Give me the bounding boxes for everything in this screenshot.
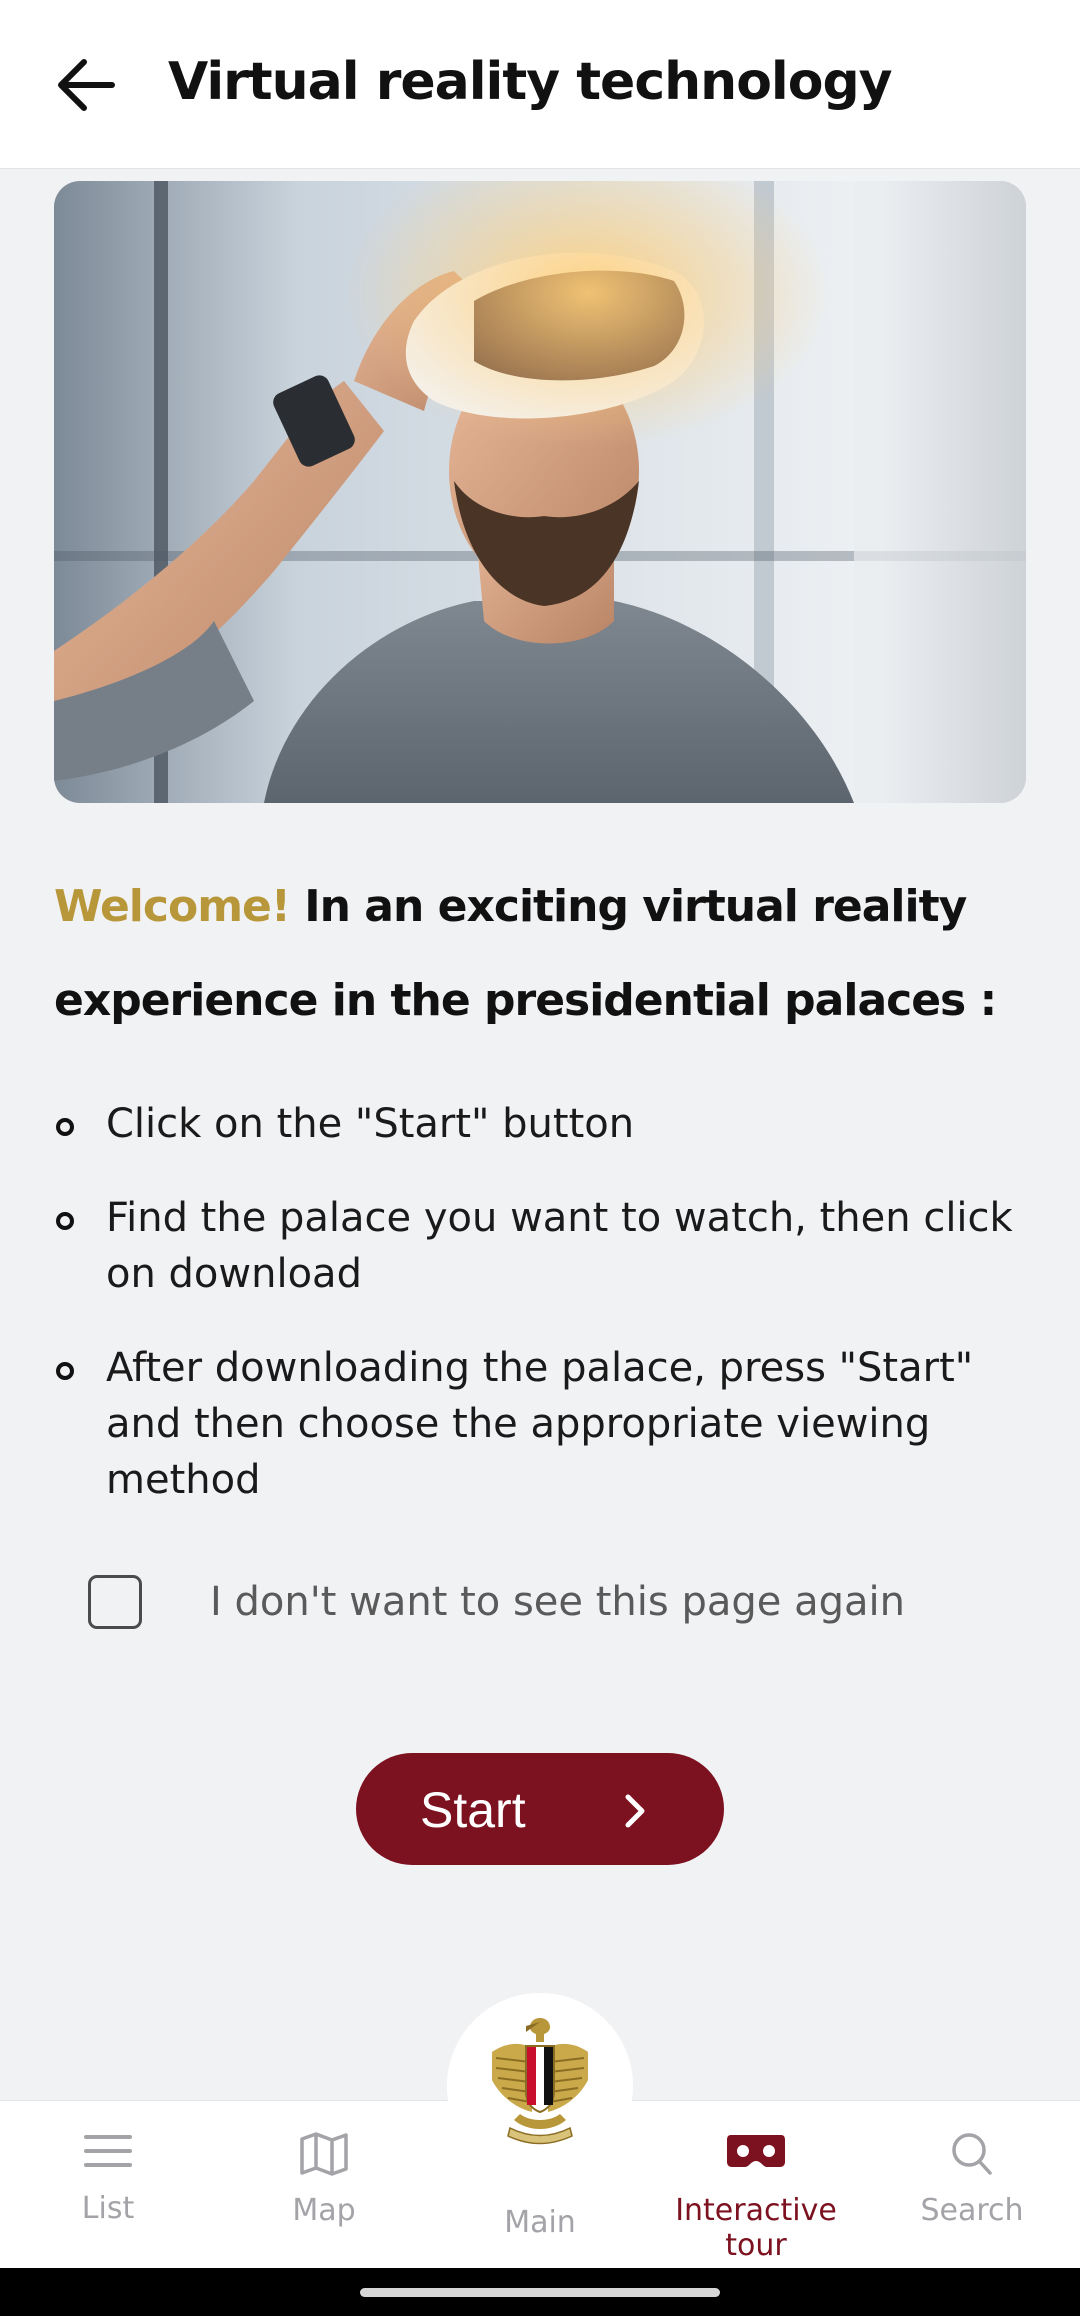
nav-label-search: Search [920, 2193, 1024, 2228]
list-item: Click on the "Start" button [54, 1096, 1044, 1152]
nav-label-map: Map [292, 2193, 356, 2228]
start-button-label: Start [420, 1782, 526, 1838]
arrow-left-icon [58, 59, 115, 111]
hero-image [54, 181, 1026, 803]
list-item: After downloading the palace, press "Sta… [54, 1340, 1044, 1508]
bullet-icon [56, 1362, 74, 1380]
nav-item-interactive-tour[interactable]: Interactive tour [648, 2101, 864, 2269]
step-text: After downloading the palace, press "Sta… [106, 1345, 974, 1503]
list-icon [84, 2135, 132, 2167]
dont-show-again-checkbox[interactable] [88, 1575, 142, 1629]
vr-headset-icon [727, 2135, 785, 2167]
search-icon [952, 2133, 992, 2175]
home-indicator[interactable] [360, 2288, 720, 2297]
list-item: Find the palace you want to watch, then … [54, 1190, 1044, 1302]
nav-item-search[interactable]: Search [864, 2101, 1080, 2269]
step-text: Find the palace you want to watch, then … [106, 1195, 1013, 1297]
nav-label-list: List [81, 2191, 135, 2226]
nav-item-map[interactable]: Map [216, 2101, 432, 2269]
bullet-icon [56, 1212, 74, 1230]
nav-label-interactive-tour: Interactive tour [675, 2193, 837, 2263]
start-button[interactable]: Start [356, 1753, 724, 1865]
bullet-icon [56, 1118, 74, 1136]
welcome-heading: Welcome! In an exciting virtual reality … [54, 860, 1034, 1048]
dont-show-again-label[interactable]: I don't want to see this page again [210, 1579, 905, 1625]
app-bar: Virtual reality technology [0, 0, 1080, 168]
back-button[interactable] [50, 50, 120, 120]
nav-item-list[interactable]: List [0, 2101, 216, 2269]
system-gesture-bar [0, 2268, 1080, 2316]
dont-show-again-row[interactable]: I don't want to see this page again [88, 1575, 905, 1629]
emblem-icon[interactable] [486, 2012, 594, 2146]
page-title: Virtual reality technology [168, 52, 893, 112]
map-icon [300, 2132, 348, 2176]
step-text: Click on the "Start" button [106, 1101, 635, 1147]
welcome-word: Welcome! [54, 881, 291, 932]
instructions-list: Click on the "Start" button Find the pal… [54, 1096, 1044, 1546]
chevron-right-icon [625, 1794, 645, 1828]
nav-label-main: Main [504, 2205, 576, 2240]
